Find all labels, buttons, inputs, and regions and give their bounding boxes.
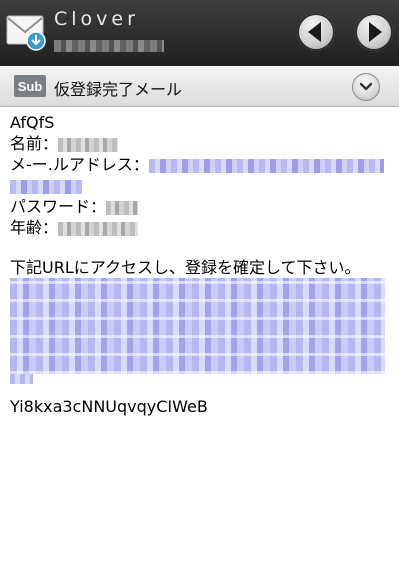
confirmation-code: Yi8kxa3cNNUqvqyCIWeB (10, 397, 208, 416)
password-row: パスワード： (10, 196, 139, 217)
name-label: 名前： (10, 134, 59, 153)
email-row: メ-ー.ルアドレス： (10, 154, 384, 175)
age-row: 年齢： (10, 217, 139, 238)
previous-button[interactable] (297, 13, 335, 51)
subject-bar: Sub 仮登録完了メール (0, 66, 399, 107)
expand-button[interactable] (352, 73, 380, 101)
subject-text: 仮登録完了メール (54, 80, 183, 99)
confirmation-link-redacted[interactable] (10, 278, 385, 374)
arrow-left-icon (308, 22, 321, 42)
app-title: Clover (54, 8, 139, 30)
age-redacted (58, 221, 139, 236)
app-header: Clover (0, 0, 399, 66)
arrow-right-icon (369, 22, 382, 42)
date-redacted (54, 40, 164, 52)
name-row: 名前： (10, 133, 119, 154)
name-redacted (58, 137, 119, 152)
email-link-redacted[interactable] (148, 158, 384, 173)
greeting: AfQfS (10, 113, 55, 132)
subject-badge: Sub (14, 75, 46, 97)
mail-envelope-icon[interactable] (6, 13, 46, 51)
chevron-down-icon (359, 82, 373, 91)
password-redacted (106, 200, 139, 215)
email-row-cont (10, 175, 82, 196)
password-label: パスワード： (10, 197, 107, 216)
age-label: 年齢： (10, 218, 59, 237)
email-link-redacted-cont[interactable] (10, 179, 82, 194)
instruction-text: 下記URLにアクセスし、登録を確定して下さい。 (10, 258, 361, 277)
next-button[interactable] (355, 13, 393, 51)
email-label: メ-ー.ルアドレス： (10, 155, 149, 174)
confirmation-link-redacted-end[interactable] (10, 374, 33, 384)
